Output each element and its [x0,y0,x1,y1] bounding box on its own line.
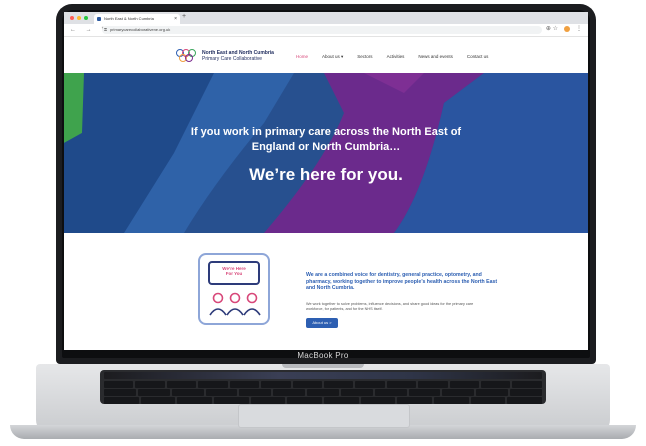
org-name-line2: Primary Care Collaborative [202,56,263,62]
org-name[interactable]: North East and North Cumbria Primary Car… [202,50,274,62]
nav-about-us[interactable]: About us ▾ [322,54,343,60]
keyboard-row [104,397,543,404]
keyboard-row [104,389,542,396]
hero-tagline: If you work in primary care across the N… [64,125,588,155]
main-nav: Home About us ▾ Sectors Activities News … [296,54,502,60]
nav-activities[interactable]: Activities [387,54,405,60]
browser-tab[interactable]: North East & North Cumbria × [94,14,180,24]
nav-sectors[interactable]: Sectors [357,54,372,60]
intro-section: We’re Here For You We are a combined voi… [64,233,588,350]
minimize-window-icon[interactable] [77,16,81,20]
speech-bubble-icon: We’re Here For You [208,261,260,285]
nav-contact-us[interactable]: Contact us [467,54,489,60]
site-header: North East and North Cumbria Primary Car… [64,37,588,73]
toolbar-icons[interactable]: ⊕ ☆ [546,25,558,32]
nav-news-events[interactable]: News and events [418,54,453,60]
hero-tagline-part1: If you work in primary care across the N… [190,126,462,138]
address-toolbar: ← → ↻ ⚿ primarycarecollaborativene.org.u… [64,24,588,37]
touch-bar [104,372,542,379]
browser-window: North East & North Cumbria × + ← → ↻ ⚿ p… [64,12,588,350]
hero-tagline-part2: England or North Cumbria… [251,141,401,153]
lid-hinge-notch [282,364,364,368]
speech-bubble-text: We’re Here For You [210,266,258,276]
trackpad [238,404,410,428]
maximize-window-icon[interactable] [84,16,88,20]
address-bar[interactable]: ⚿ primarycarecollaborativene.org.uk [102,26,542,34]
people-group-icon [209,292,261,316]
tab-title: North East & North Cumbria [104,16,154,21]
here-for-you-graphic: We’re Here For You [198,253,270,325]
close-window-icon[interactable] [70,16,74,20]
intro-body: We work together to solve problems, infl… [306,302,474,311]
bubble-line2: For You [225,271,243,276]
hero-banner: If you work in primary care across the N… [64,73,588,233]
about-us-button[interactable]: About us > [306,318,338,328]
intro-heading: We are a combined voice for dentistry, g… [306,272,498,291]
profile-avatar[interactable] [564,25,570,32]
lock-icon: ⚿ [104,27,108,32]
collaborative-logo-icon[interactable] [176,49,196,63]
hero-heading: We’re here for you. [249,165,403,184]
browser-tools: ⊕ ☆ ⋮ [546,25,582,32]
menu-icon[interactable]: ⋮ [576,25,582,32]
device-brand-label: MacBook Pro [297,351,349,360]
keyboard-row [104,381,542,388]
new-tab-icon[interactable]: + [182,13,186,20]
tab-bar: North East & North Cumbria × + [64,12,588,24]
nav-home[interactable]: Home [296,54,308,60]
site-favicon-icon [97,17,101,21]
window-controls [70,16,88,20]
url-text: primarycarecollaborativene.org.uk [110,27,171,32]
tab-close-icon[interactable]: × [174,14,177,24]
